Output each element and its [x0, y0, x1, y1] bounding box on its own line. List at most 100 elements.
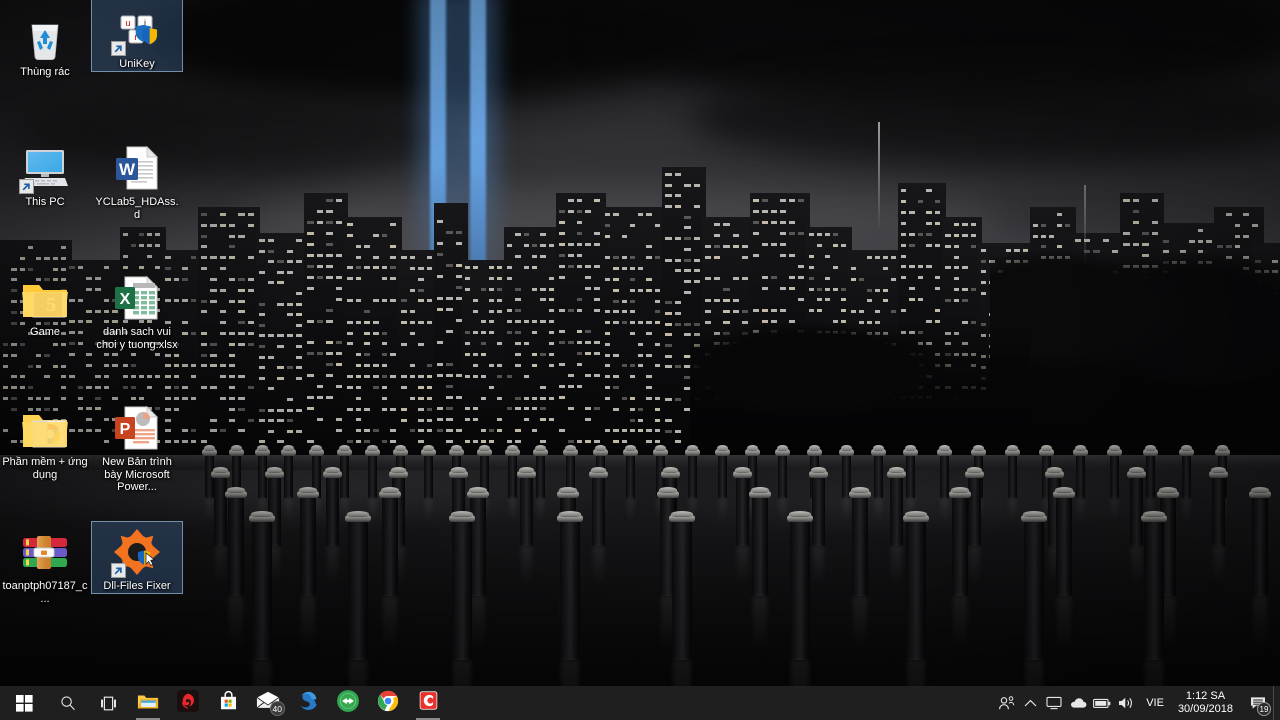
- pier-piling: [1073, 445, 1088, 498]
- pier-piling: [345, 511, 371, 660]
- pier-piling: [249, 511, 275, 660]
- taskbar-app-google-chrome[interactable]: [368, 686, 408, 720]
- pier-piling: [937, 445, 952, 498]
- speaker-icon: [1118, 697, 1132, 709]
- pier-piling: [1127, 467, 1146, 546]
- desktop-icon-rar-archive[interactable]: toanptph07187_c...: [0, 522, 90, 605]
- shortcut-overlay-badge: [111, 41, 126, 56]
- desktop-icon-label: New Bản trình bày Microsoft Power...: [102, 456, 172, 493]
- pier-piling: [965, 467, 984, 546]
- desktop-icon-label: This PC: [25, 196, 65, 208]
- tray-people-button[interactable]: [994, 686, 1018, 720]
- pier-piling: [1107, 445, 1122, 498]
- pier-piling: [211, 467, 230, 546]
- task-view-button[interactable]: [88, 686, 128, 720]
- pier-piling: [1179, 445, 1194, 498]
- taskbar-app-camtasia[interactable]: [408, 686, 448, 720]
- svg-text:P: P: [120, 421, 131, 438]
- excel-doc-icon: X: [113, 274, 161, 322]
- folder-game-icon: 5: [21, 274, 69, 322]
- action-center-button[interactable]: 19: [1243, 686, 1273, 720]
- pier-piling: [1005, 445, 1020, 498]
- pier-piling: [225, 487, 247, 596]
- desktop-icon-software-folder[interactable]: Phần mềm + ứng dụng: [0, 398, 90, 481]
- chrome-icon: [377, 690, 399, 717]
- tray-time: 1:12 SA: [1185, 690, 1226, 702]
- pier-piling: [505, 445, 520, 498]
- dll-fixer-icon: [111, 528, 161, 578]
- taskbar-app-file-explorer[interactable]: [128, 686, 168, 720]
- folder-apps-icon: [21, 404, 69, 452]
- pier-piling: [733, 467, 752, 546]
- edge-icon: [297, 690, 319, 717]
- desktop-icon-label: danh sach vui choi y tuong.xlsx: [96, 326, 178, 351]
- pier-piling: [715, 445, 730, 498]
- pier-piling: [685, 445, 700, 498]
- desktop-icon-recycle-bin[interactable]: Thùng rác: [0, 8, 90, 79]
- pier-piling: [903, 511, 929, 660]
- system-tray: VIE 1:12 SA 30/09/2018 19: [994, 686, 1280, 720]
- taskbar-app-microsoft-store[interactable]: [208, 686, 248, 720]
- winrar-icon: [21, 528, 69, 576]
- desktop-icon-label: Thùng rác: [20, 66, 70, 78]
- taskbar-app-mail[interactable]: 40: [248, 686, 288, 720]
- tray-battery-icon[interactable]: [1090, 686, 1114, 720]
- desktop-icon-this-pc[interactable]: This PC: [0, 138, 90, 209]
- cloud-icon: [1070, 698, 1087, 708]
- pier-piling: [533, 445, 548, 498]
- desktop-icon-label: Game: [30, 326, 60, 338]
- tray-onedrive-icon[interactable]: [1066, 686, 1090, 720]
- taskbar: 40 VIE 1:12 SA 30/09/2018 19: [0, 686, 1280, 720]
- tray-monitor-icon[interactable]: [1042, 686, 1066, 720]
- desktop-icon-unikey[interactable]: u i r UniKey: [91, 0, 183, 72]
- taskbar-app-microsoft-edge[interactable]: [288, 686, 328, 720]
- desktop-icon-excel-doc[interactable]: X danh sach vui choi y tuong.xlsx: [92, 268, 182, 351]
- pier-piling: [517, 467, 536, 546]
- pier-piling: [623, 445, 638, 498]
- notification-count-badge: 19: [1257, 702, 1271, 716]
- store-icon: [218, 690, 239, 716]
- camtasia-icon: [418, 690, 439, 716]
- tray-language-indicator[interactable]: VIE: [1138, 686, 1172, 720]
- tray-clock[interactable]: 1:12 SA 30/09/2018: [1172, 686, 1243, 720]
- show-desktop-button[interactable]: [1273, 686, 1280, 720]
- taskbar-app-garena[interactable]: [168, 686, 208, 720]
- taskbar-app-badge: 40: [269, 701, 285, 716]
- pier-piling: [775, 445, 790, 498]
- pier-piling: [809, 467, 828, 546]
- desktop-icon-label: Phần mềm + ứng dụng: [2, 456, 88, 481]
- shortcut-overlay-badge: [111, 563, 126, 578]
- desktop-icon-label: UniKey: [119, 58, 155, 70]
- desktop-icon-label: toanptph07187_c...: [2, 580, 88, 605]
- pier-piling: [1209, 467, 1228, 546]
- battery-icon: [1093, 698, 1111, 708]
- this-pc-icon: [19, 144, 69, 194]
- taskbar-app-teamviewer[interactable]: [328, 686, 368, 720]
- unikey-icon: u i r: [111, 6, 161, 56]
- desktop-icon-game-folder[interactable]: 5 Game: [0, 268, 90, 339]
- desktop-icon-dll-files-fixer[interactable]: Dll-Files Fixer: [91, 521, 183, 594]
- tray-show-hidden-icons-button[interactable]: [1018, 686, 1042, 720]
- desktop-icon-powerpoint-doc[interactable]: P New Bản trình bày Microsoft Power...: [92, 398, 182, 494]
- pier-piling: [903, 445, 918, 498]
- tray-volume-icon[interactable]: [1114, 686, 1138, 720]
- file-explorer-icon: [137, 690, 159, 717]
- pier-piling: [1249, 487, 1271, 596]
- pier-piling: [871, 445, 886, 498]
- pier-piling: [467, 487, 489, 596]
- pier-piling: [1053, 487, 1075, 596]
- pier-piling: [323, 467, 342, 546]
- garena-icon: [177, 689, 199, 717]
- word-doc-icon: W: [113, 144, 161, 192]
- pier-piling: [887, 467, 906, 546]
- ppt-doc-icon: P: [113, 404, 161, 452]
- start-button[interactable]: [0, 686, 48, 720]
- chevron-up-icon: [1024, 699, 1037, 706]
- svg-text:X: X: [120, 291, 131, 308]
- pier-piling: [421, 445, 436, 498]
- pier-piling: [849, 487, 871, 596]
- pier-piling: [749, 487, 771, 596]
- search-button[interactable]: [48, 686, 88, 720]
- desktop-icon-word-doc[interactable]: W YCLab5_HDAss.d: [92, 138, 182, 221]
- people-icon: [998, 695, 1014, 709]
